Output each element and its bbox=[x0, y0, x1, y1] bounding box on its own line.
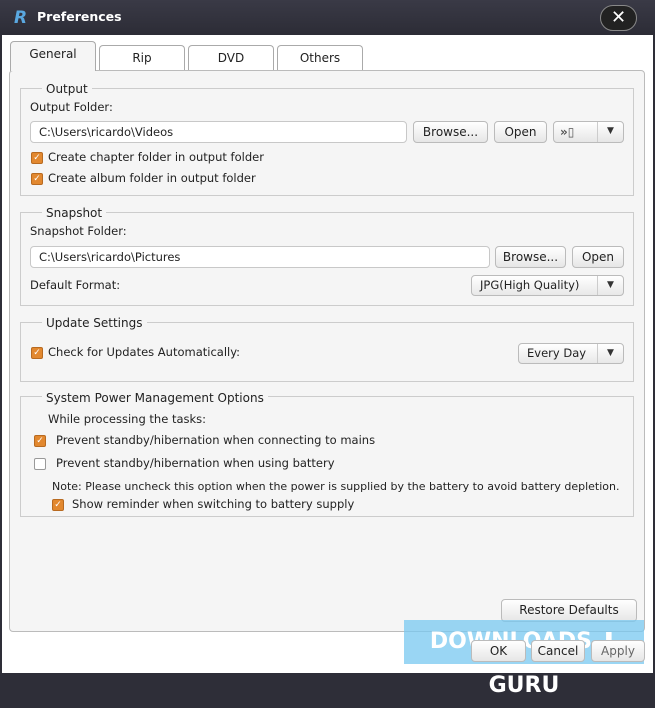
output-legend: Output bbox=[42, 82, 92, 96]
chapter-folder-label: Create chapter folder in output folder bbox=[48, 150, 264, 164]
prevent-mains-label: Prevent standby/hibernation when connect… bbox=[56, 433, 376, 447]
output-open-button[interactable]: Open bbox=[494, 121, 547, 143]
album-folder-checkbox[interactable]: ✓ bbox=[31, 173, 43, 185]
device-transfer-icon: »▯ bbox=[560, 125, 575, 139]
snapshot-open-button[interactable]: Open bbox=[572, 246, 624, 268]
chevron-down-icon: ▼ bbox=[597, 276, 623, 295]
ok-button[interactable]: OK bbox=[471, 640, 526, 662]
tab-dvd[interactable]: DVD bbox=[188, 45, 274, 70]
battery-reminder-label: Show reminder when switching to battery … bbox=[72, 497, 355, 511]
battery-note: Note: Please uncheck this option when th… bbox=[52, 480, 620, 493]
output-folder-label: Output Folder: bbox=[30, 100, 113, 114]
window-title: Preferences bbox=[37, 9, 122, 24]
update-frequency-value: Every Day bbox=[527, 346, 587, 360]
chevron-down-icon: ▼ bbox=[597, 122, 623, 142]
chapter-folder-checkbox[interactable]: ✓ bbox=[31, 152, 43, 164]
snapshot-browse-button[interactable]: Browse... bbox=[495, 246, 566, 268]
battery-reminder-checkbox[interactable]: ✓ bbox=[52, 499, 64, 511]
title-bar: R Preferences ✕ bbox=[0, 0, 655, 35]
snapshot-folder-label: Snapshot Folder: bbox=[30, 224, 127, 238]
auto-update-checkbox[interactable]: ✓ bbox=[31, 347, 43, 359]
snapshot-legend: Snapshot bbox=[42, 206, 107, 220]
prevent-mains-checkbox[interactable]: ✓ bbox=[34, 435, 46, 447]
tab-others[interactable]: Others bbox=[277, 45, 363, 70]
restore-defaults-button[interactable]: Restore Defaults bbox=[501, 599, 637, 622]
tab-general[interactable]: General bbox=[10, 41, 96, 71]
tab-rip[interactable]: Rip bbox=[99, 45, 185, 70]
update-legend: Update Settings bbox=[42, 316, 147, 330]
default-format-select[interactable]: JPG(High Quality) ▼ bbox=[471, 275, 624, 296]
apply-button[interactable]: Apply bbox=[591, 640, 645, 662]
app-logo-icon: R bbox=[14, 8, 28, 28]
cancel-button[interactable]: Cancel bbox=[531, 640, 585, 662]
output-folder-input[interactable]: C:\Users\ricardo\Videos bbox=[30, 121, 407, 143]
device-select[interactable]: »▯ ▼ bbox=[553, 121, 624, 143]
default-format-label: Default Format: bbox=[30, 278, 121, 292]
chevron-down-icon: ▼ bbox=[597, 344, 623, 363]
power-legend: System Power Management Options bbox=[42, 391, 268, 405]
auto-update-label: Check for Updates Automatically: bbox=[48, 345, 241, 359]
update-frequency-select[interactable]: Every Day ▼ bbox=[518, 343, 624, 364]
prevent-battery-checkbox[interactable] bbox=[34, 458, 46, 470]
prevent-battery-label: Prevent standby/hibernation when using b… bbox=[56, 456, 335, 470]
close-button[interactable]: ✕ bbox=[600, 5, 637, 31]
default-format-value: JPG(High Quality) bbox=[480, 278, 580, 292]
power-intro: While processing the tasks: bbox=[48, 412, 207, 426]
output-browse-button[interactable]: Browse... bbox=[413, 121, 488, 143]
snapshot-folder-input[interactable]: C:\Users\ricardo\Pictures bbox=[30, 246, 490, 268]
album-folder-label: Create album folder in output folder bbox=[48, 171, 256, 185]
